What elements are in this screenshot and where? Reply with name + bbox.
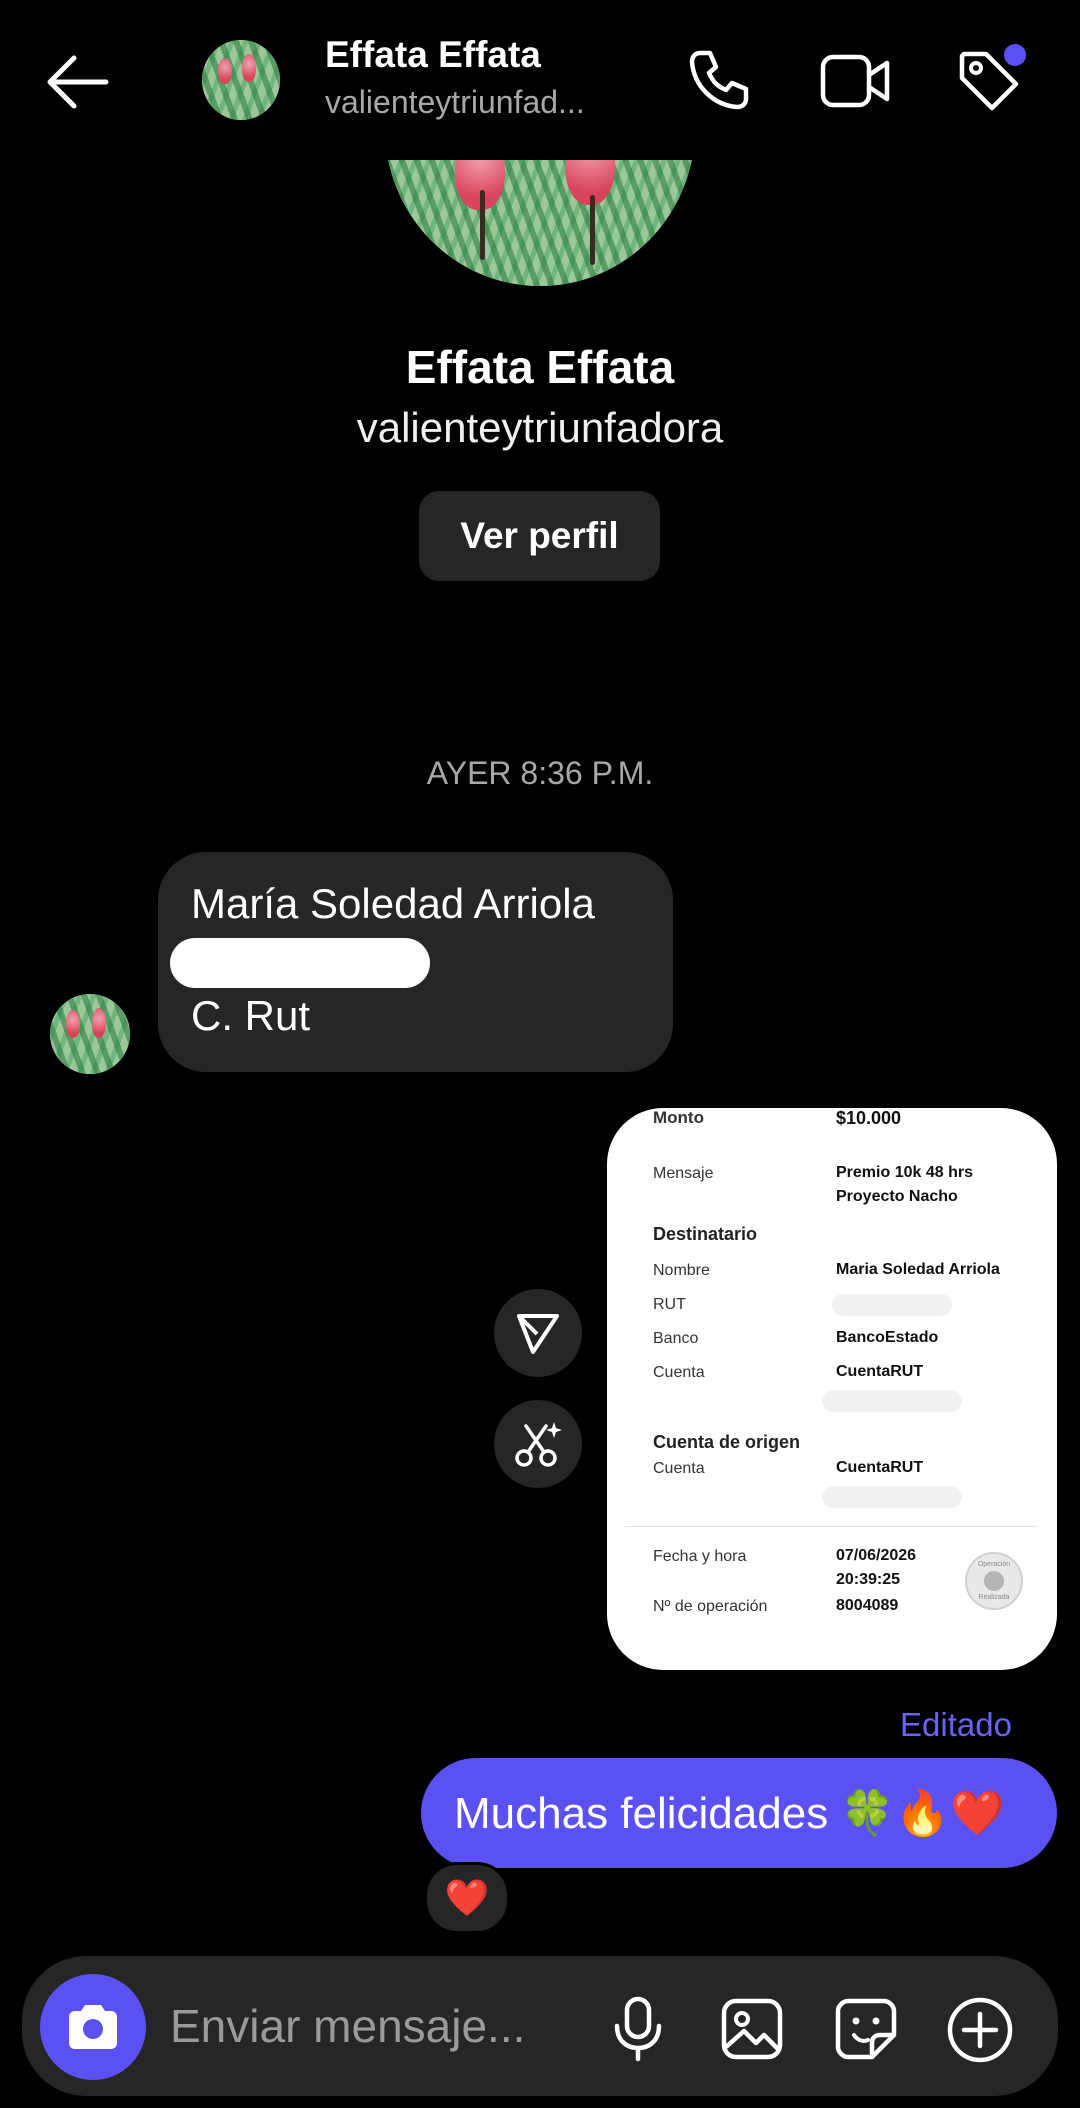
arrow-left-icon[interactable]: [44, 52, 110, 112]
nombre-value: Maria Soledad Arriola: [836, 1261, 1000, 1278]
microphone-icon[interactable]: [612, 1996, 664, 2062]
fecha-label: Fecha y hora: [653, 1548, 747, 1565]
camera-button[interactable]: [40, 1974, 146, 2080]
incoming-line-3: C. Rut: [191, 992, 311, 1039]
rut-label: RUT: [653, 1296, 686, 1313]
rut-redacted: [832, 1294, 952, 1316]
stamp-text-top: Operación: [977, 1561, 1011, 1568]
monto-value: $10.000: [836, 1108, 902, 1128]
header-username[interactable]: valienteytriunfad...: [325, 84, 585, 121]
incoming-message-bubble[interactable]: María Soledad Arriola C. Rut: [158, 852, 673, 1072]
outgoing-message-bubble[interactable]: Muchas felicidades 🍀🔥❤️: [421, 1758, 1057, 1868]
camera-icon: [69, 2005, 117, 2049]
redacted-mark: [170, 938, 430, 988]
scissors-sparkle-icon: [515, 1422, 562, 1467]
video-camera-icon[interactable]: [819, 51, 891, 111]
cuenta-number-redacted: [822, 1390, 962, 1412]
banco-value: BancoEstado: [836, 1329, 939, 1346]
origen-cuenta-label: Cuenta: [653, 1460, 705, 1477]
operacion-label: Nº de operación: [653, 1598, 768, 1615]
destinatario-title: Destinatario: [653, 1224, 758, 1244]
cuenta-label: Cuenta: [653, 1364, 705, 1381]
edited-label: Editado: [900, 1706, 1012, 1743]
cuenta-value: CuentaRUT: [836, 1363, 924, 1380]
view-profile-label: Ver perfil: [460, 515, 619, 556]
operacion-value: 8004089: [836, 1597, 899, 1614]
fecha-value-2: 20:39:25: [836, 1571, 901, 1588]
receipt-divider: [625, 1526, 1037, 1527]
outgoing-message-text: Muchas felicidades 🍀🔥❤️: [454, 1789, 1005, 1838]
nombre-label: Nombre: [653, 1262, 710, 1279]
fecha-value-1: 07/06/2026: [836, 1547, 917, 1564]
profile-username: valienteytriunfadora: [356, 404, 724, 451]
origen-cuenta-value: CuentaRUT: [836, 1459, 924, 1476]
share-button[interactable]: [494, 1289, 582, 1377]
reaction-heart: ❤️: [444, 1877, 490, 1918]
mensaje-value-2: Proyecto Nacho: [836, 1188, 958, 1205]
stamp-text-bottom: Realizada: [978, 1594, 1010, 1601]
origen-number-redacted: [822, 1486, 962, 1508]
origen-title: Cuenta de origen: [653, 1432, 801, 1452]
reaction-badge[interactable]: ❤️: [424, 1862, 510, 1934]
notification-dot: [1004, 44, 1026, 66]
profile-name: Effata Effata: [405, 341, 675, 393]
header-bar: [0, 0, 1080, 160]
header-avatar[interactable]: [202, 40, 280, 120]
operation-stamp: Operación Realizada: [965, 1552, 1023, 1610]
incoming-line-1: María Soledad Arriola: [191, 880, 595, 927]
stamp-mark: [984, 1571, 1004, 1591]
send-icon: [517, 1314, 559, 1354]
sticker-icon[interactable]: [834, 1997, 898, 2061]
receipt-image[interactable]: Monto $10.000 Mensaje Premio 10k 48 hrs …: [607, 1108, 1057, 1670]
view-profile-button[interactable]: Ver perfil: [419, 491, 660, 581]
banco-label: Banco: [653, 1330, 699, 1347]
image-icon[interactable]: [720, 1997, 784, 2061]
mensaje-value-1: Premio 10k 48 hrs: [836, 1164, 973, 1181]
ai-edit-button[interactable]: [494, 1400, 582, 1488]
monto-label: Monto: [653, 1108, 704, 1127]
phone-icon[interactable]: [686, 47, 752, 113]
sender-avatar[interactable]: [50, 994, 130, 1074]
header-name[interactable]: Effata Effata: [325, 34, 541, 76]
message-input[interactable]: [168, 1990, 592, 2062]
plus-circle-icon[interactable]: [946, 1996, 1014, 2064]
message-timestamp: AYER 8:36 P.M.: [426, 755, 654, 791]
mensaje-label: Mensaje: [653, 1165, 714, 1182]
